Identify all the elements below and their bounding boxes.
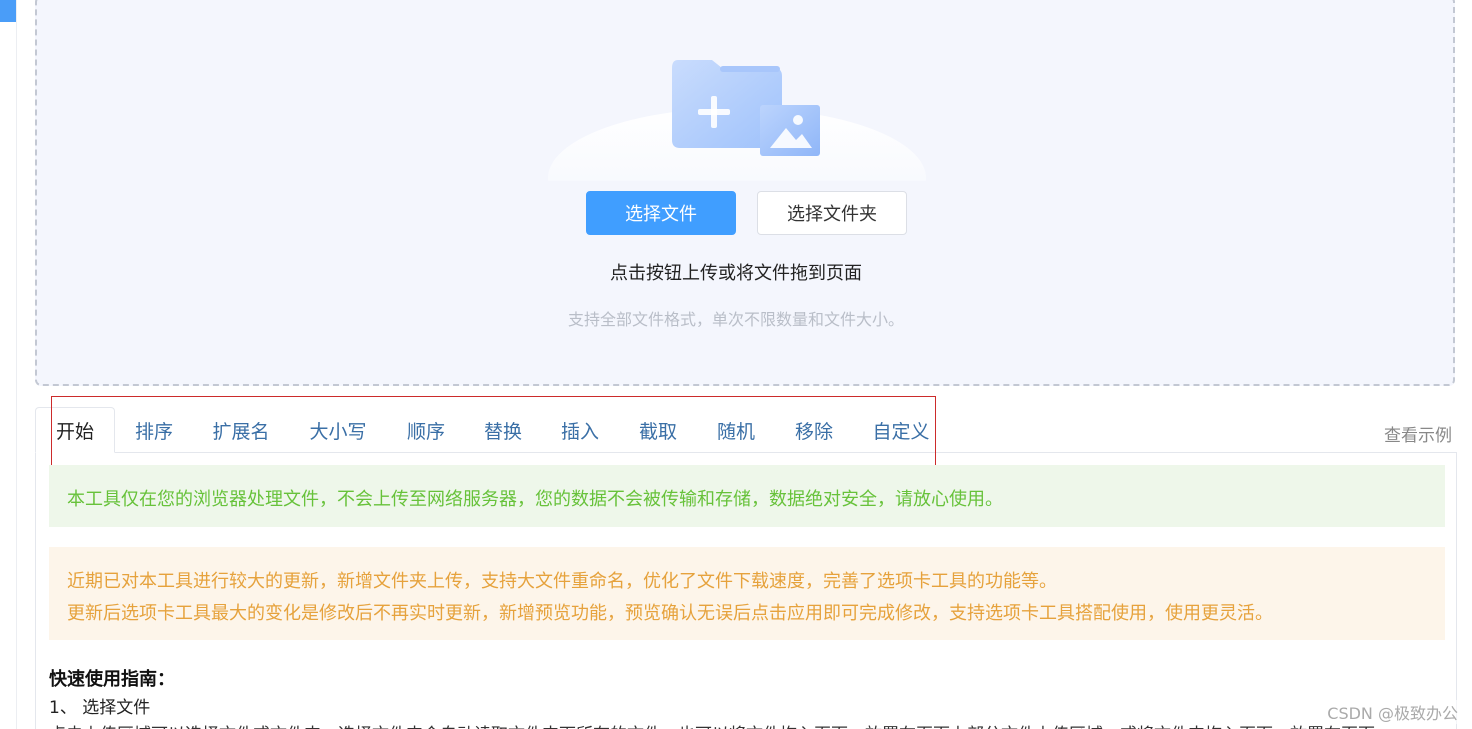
select-folder-button[interactable]: 选择文件夹 bbox=[757, 191, 907, 235]
guide-step-1: 1、 选择文件 bbox=[49, 698, 151, 718]
tabs-highlight-box bbox=[51, 396, 936, 468]
watermark: CSDN @极致办公 bbox=[1327, 700, 1458, 724]
update-notice-line-2: 更新后选项卡工具最大的变化是修改后不再实时更新，新增预览功能，预览确认无误后点击… bbox=[67, 603, 1273, 624]
left-accent-bar bbox=[0, 0, 16, 22]
view-example-link[interactable]: 查看示例 bbox=[1384, 421, 1452, 446]
page: 选择文件 选择文件夹 点击按钮上传或将文件拖到页面 支持全部文件格式，单次不限数… bbox=[0, 0, 1472, 729]
update-notice-line-1: 近期已对本工具进行较大的更新，新增文件夹上传，支持大文件重命名，优化了文件下载速… bbox=[67, 571, 1057, 592]
update-notice: 近期已对本工具进行较大的更新，新增文件夹上传，支持大文件重命名，优化了文件下载速… bbox=[49, 547, 1445, 640]
left-sidebar-edge bbox=[0, 0, 17, 729]
guide-step-1-text: 点击上传区域可以选择文件或文件夹，选择文件夹会自动读取文件夹下所有的文件，也可以… bbox=[49, 720, 1375, 729]
upload-hint: 点击按钮上传或将文件拖到页面 bbox=[610, 263, 862, 284]
guide-title: 快速使用指南： bbox=[49, 669, 175, 690]
upload-sub-hint: 支持全部文件格式，单次不限数量和文件大小。 bbox=[567, 310, 904, 329]
security-notice: 本工具仅在您的浏览器处理文件，不会上传至网络服务器，您的数据不会被传输和存储，数… bbox=[49, 465, 1445, 527]
security-notice-text: 本工具仅在您的浏览器处理文件，不会上传至网络服务器，您的数据不会被传输和存储，数… bbox=[67, 489, 1003, 510]
select-file-button[interactable]: 选择文件 bbox=[586, 191, 736, 235]
folder-add-image-icon bbox=[672, 60, 820, 156]
